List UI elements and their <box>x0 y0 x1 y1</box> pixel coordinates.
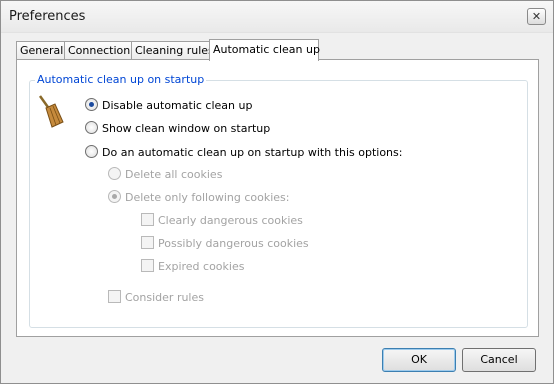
option-possibly-dangerous: Possibly dangerous cookies <box>141 236 309 250</box>
option-label: Show clean window on startup <box>102 122 271 135</box>
option-label: Expired cookies <box>158 260 245 273</box>
checkbox <box>141 236 154 249</box>
option-delete-all-cookies: Delete all cookies <box>108 167 222 181</box>
tab-connection[interactable]: Connection <box>64 41 136 59</box>
tab-label: Automatic clean up <box>213 43 320 56</box>
tab-label: General <box>20 44 64 57</box>
checkbox <box>141 213 154 226</box>
close-icon: ✕ <box>531 10 542 23</box>
ok-button[interactable]: OK <box>382 348 456 372</box>
close-button[interactable]: ✕ <box>527 8 546 25</box>
option-label: Do an automatic clean up on startup with… <box>102 146 403 159</box>
checkbox <box>141 259 154 272</box>
title-bar: Preferences ✕ <box>1 1 553 33</box>
broom-icon <box>38 95 64 128</box>
option-clearly-dangerous: Clearly dangerous cookies <box>141 213 303 227</box>
option-label: Disable automatic clean up <box>102 99 253 112</box>
option-auto-cleanup[interactable]: Do an automatic clean up on startup with… <box>85 145 402 159</box>
option-label: Possibly dangerous cookies <box>158 237 309 250</box>
option-show-clean-window[interactable]: Show clean window on startup <box>85 121 270 135</box>
radio-button <box>108 190 121 203</box>
option-label: Clearly dangerous cookies <box>158 214 303 227</box>
checkbox <box>108 290 121 303</box>
tab-general[interactable]: General <box>16 41 66 59</box>
option-label: Delete only following cookies: <box>125 191 290 204</box>
tab-cleaning-rules[interactable]: Cleaning rules <box>131 41 216 59</box>
tab-label: Cleaning rules <box>135 44 214 57</box>
window-title: Preferences <box>9 9 86 24</box>
radio-button[interactable] <box>85 121 98 134</box>
option-label: Consider rules <box>125 291 204 304</box>
radio-button <box>108 167 121 180</box>
option-label: Delete all cookies <box>125 168 223 181</box>
option-expired-cookies: Expired cookies <box>141 259 244 273</box>
tab-automatic-clean-up[interactable]: Automatic clean up <box>209 39 320 61</box>
cancel-button[interactable]: Cancel <box>462 348 536 372</box>
option-disable-auto-cleanup[interactable]: Disable automatic clean up <box>85 98 252 112</box>
radio-button[interactable] <box>85 145 98 158</box>
option-delete-following-cookies: Delete only following cookies: <box>108 190 290 204</box>
group-title: Automatic clean up on startup <box>35 73 207 86</box>
radio-button[interactable] <box>85 98 98 111</box>
tab-label: Connection <box>68 44 131 57</box>
option-consider-rules: Consider rules <box>108 290 204 304</box>
